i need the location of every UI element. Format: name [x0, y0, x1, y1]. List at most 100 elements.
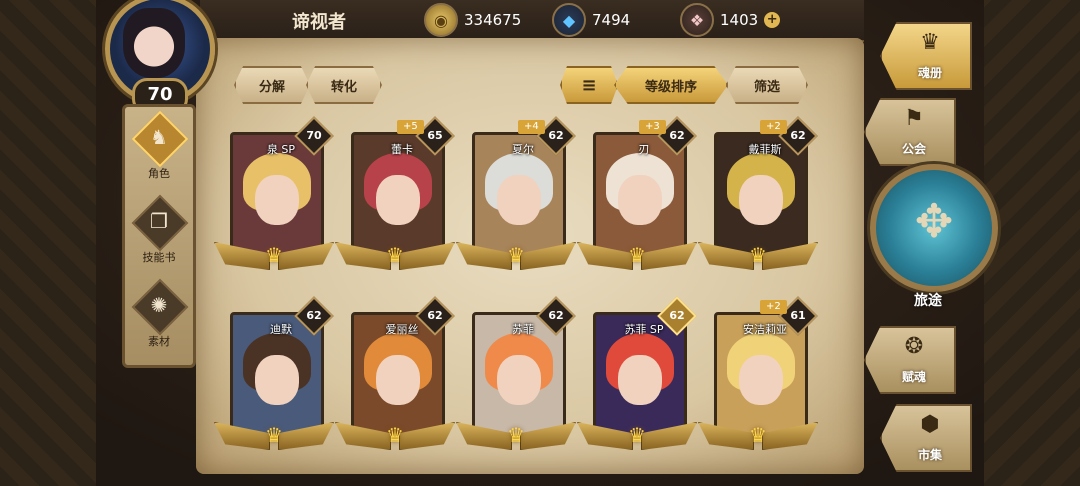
nav-label-soul-book: 魂册: [917, 66, 942, 80]
character-card[interactable]: 蕾卡 65 +5 ♛: [335, 116, 455, 278]
journey-emblem-icon: ✥: [914, 194, 954, 248]
left-stone-border: [0, 0, 96, 486]
gold-value: 334675: [464, 11, 522, 29]
character-card[interactable]: 苏菲 62 ♛: [456, 296, 576, 458]
nav-label-soul-bind: 赋魂: [901, 370, 926, 384]
character-card[interactable]: 泉 SP 70 ♛: [214, 116, 334, 278]
portrait-face: [739, 175, 783, 225]
pink-gem-icon: ❖: [680, 3, 714, 37]
nav-soul-bind[interactable]: ❂ 赋魂: [864, 326, 956, 394]
character-level: 62: [306, 309, 322, 322]
character-level: 61: [790, 309, 806, 322]
crown-icon: ♛: [749, 423, 767, 447]
portrait-face: [255, 175, 299, 225]
crown-icon: ♛: [507, 243, 525, 267]
rank-wings-emblem: ♛: [456, 238, 576, 276]
character-card[interactable]: 刃 62 +3 ♛: [577, 116, 697, 278]
skill-book-icon: ❐: [150, 209, 168, 233]
left-category-nav: ♞ 角色 ❐ 技能书 ✺ 素材: [122, 104, 196, 368]
crown-icon: ♛: [628, 423, 646, 447]
gem-value: 1403: [720, 11, 759, 29]
rank-wings-emblem: ♛: [577, 238, 697, 276]
nav-label-market: 市集: [917, 448, 942, 462]
crown-icon: ♛: [628, 243, 646, 267]
portrait-face: [497, 355, 541, 405]
rank-wings-emblem: ♛: [335, 418, 455, 456]
crown-icon: ♛: [386, 243, 404, 267]
nav-item-character[interactable]: ♞ 角色: [125, 110, 193, 189]
nav-label-skill-book: 技能书: [142, 251, 176, 264]
portrait-face: [376, 355, 420, 405]
rank-wings-emblem: ♛: [456, 418, 576, 456]
nav-item-skill-book[interactable]: ❐ 技能书: [125, 194, 193, 273]
crown-icon: ♛: [507, 423, 525, 447]
nav-guild[interactable]: ⚑ 公会: [864, 98, 956, 166]
gold-counter: ◉ 334675: [424, 3, 522, 37]
rank-wings-emblem: ♛: [214, 418, 334, 456]
character-level: 62: [669, 129, 685, 142]
rank-wings-emblem: ♛: [214, 238, 334, 276]
character-level: 62: [427, 309, 443, 322]
portrait-face: [618, 175, 662, 225]
material-icon: ✺: [150, 293, 168, 317]
filter-button[interactable]: 筛选: [726, 66, 808, 104]
nav-soul-book[interactable]: ♛ 魂册: [880, 22, 972, 90]
character-level: 62: [790, 129, 806, 142]
soul-bind-icon: ❂: [904, 334, 924, 359]
character-card[interactable]: 苏菲 SP 62 ♛: [577, 296, 697, 458]
character-card[interactable]: 安洁莉亚 61 +2 ♛: [698, 296, 818, 458]
portrait-face: [739, 355, 783, 405]
character-card[interactable]: 夏尔 62 +4 ♛: [456, 116, 576, 278]
character-level: 62: [548, 129, 564, 142]
crown-icon: ♛: [386, 423, 404, 447]
crystal-value: 7494: [592, 11, 631, 29]
crown-icon: ♛: [749, 243, 767, 267]
blue-crystal-icon: ◆: [552, 3, 586, 37]
coin-icon: ◉: [424, 3, 458, 37]
star-bonus-tag: +2: [760, 300, 787, 314]
rank-wings-emblem: ♛: [698, 238, 818, 276]
star-bonus-tag: +5: [397, 120, 424, 134]
character-level: 65: [427, 129, 443, 142]
portrait-face: [376, 175, 420, 225]
character-level: 62: [669, 309, 685, 322]
crystal-counter: ◆ 7494: [552, 3, 631, 37]
game-screen: 谛视者 ◉ 334675 ◆ 7494 ❖ 1403 + 70 ♞ 角色 ❐ 技…: [0, 0, 1080, 486]
character-card[interactable]: 戴菲斯 62 +2 ♛: [698, 116, 818, 278]
rank-wings-emblem: ♛: [698, 418, 818, 456]
nav-label-guild: 公会: [901, 142, 926, 156]
right-stone-border: [984, 0, 1080, 486]
character-icon: ♞: [150, 125, 168, 149]
gem-counter[interactable]: ❖ 1403 +: [680, 3, 781, 37]
rank-wings-emblem: ♛: [335, 238, 455, 276]
journey-button[interactable]: ✥: [870, 164, 998, 292]
player-avatar[interactable]: 70: [97, 0, 217, 114]
star-bonus-tag: +4: [518, 120, 545, 134]
portrait-face: [497, 175, 541, 225]
portrait-face: [255, 355, 299, 405]
dismantle-button[interactable]: 分解: [234, 66, 310, 104]
sort-icon[interactable]: ≡: [560, 66, 618, 104]
convert-button[interactable]: 转化: [306, 66, 382, 104]
rank-wings-emblem: ♛: [577, 418, 697, 456]
nav-market[interactable]: ⬢ 市集: [880, 404, 972, 472]
star-bonus-tag: +2: [760, 120, 787, 134]
crown-icon: ♛: [265, 423, 283, 447]
character-level: 62: [548, 309, 564, 322]
nav-label-character: 角色: [148, 167, 170, 180]
character-card[interactable]: 爱丽丝 62 ♛: [335, 296, 455, 458]
journey-label: 旅途: [914, 293, 942, 309]
avatar-portrait: [123, 8, 185, 78]
portrait-face: [618, 355, 662, 405]
soul-book-icon: ♛: [920, 30, 940, 55]
market-icon: ⬢: [920, 412, 940, 437]
nav-item-material[interactable]: ✺ 素材: [125, 278, 193, 357]
nav-label-material: 素材: [148, 335, 170, 348]
star-bonus-tag: +3: [639, 120, 666, 134]
crown-icon: ♛: [265, 243, 283, 267]
level-sort-button[interactable]: 等级排序: [614, 66, 728, 104]
player-name: 谛视者: [292, 12, 346, 33]
add-gem-plus-icon[interactable]: +: [764, 12, 781, 28]
character-level: 70: [306, 129, 322, 142]
character-card[interactable]: 迪默 62 ♛: [214, 296, 334, 458]
